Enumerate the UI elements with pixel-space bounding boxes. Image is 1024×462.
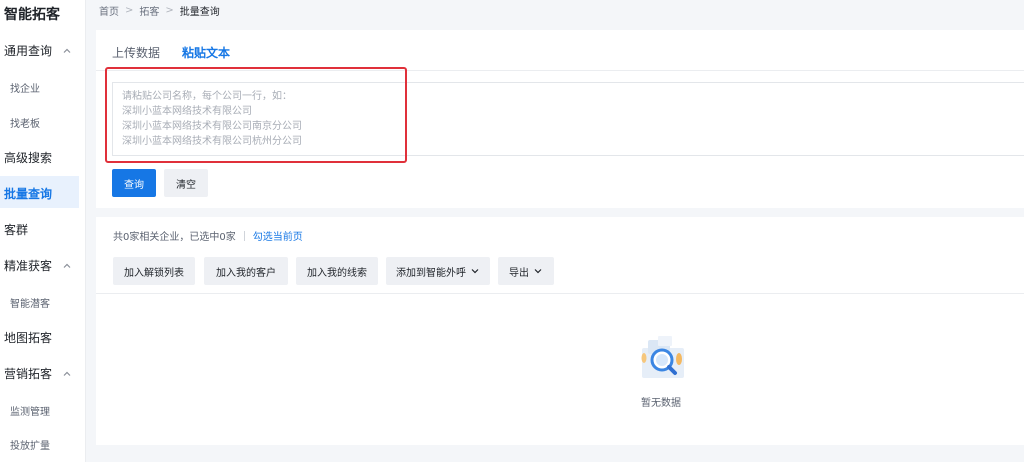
add-my-customer-button[interactable]: 加入我的客户 — [204, 257, 288, 285]
add-unlock-list-button[interactable]: 加入解锁列表 — [113, 257, 195, 285]
placeholder-line: 请粘贴公司名称，每个公司一行，如： — [122, 91, 292, 102]
breadcrumb-current: 批量查询 — [179, 7, 220, 18]
add-smart-call-label: 添加到智能外呼 — [396, 267, 466, 279]
export-label: 导出 — [509, 267, 529, 279]
input-tabs: 上传数据 粘贴文本 — [112, 44, 252, 69]
empty-state-text: 暂无数据 — [641, 398, 681, 409]
nav-item-customer-group[interactable]: 客群 — [4, 221, 28, 238]
nav-group-marketing[interactable]: 营销拓客 — [4, 365, 72, 382]
result-summary: 共0家相关企业，已选中0家 勾选当前页 — [113, 228, 303, 243]
empty-search-icon — [641, 336, 684, 378]
nav-group-label: 营销拓客 — [4, 367, 53, 381]
paste-text-area[interactable]: 请粘贴公司名称，每个公司一行，如： 深圳小蓝本网络技术有限公司 深圳小蓝本网络技… — [112, 82, 1024, 156]
actions-divider — [96, 293, 1024, 294]
result-count-text: 共0家相关企业，已选中0家 — [113, 232, 236, 243]
nav-group-general-query[interactable]: 通用查询 — [4, 42, 72, 59]
app-title: 智能拓客 — [4, 7, 60, 23]
tab-paste-text[interactable]: 粘贴文本 — [182, 44, 231, 69]
breadcrumb-section[interactable]: 拓客 — [139, 3, 159, 18]
placeholder-line: 深圳小蓝本网络技术有限公司南京分公司 — [122, 121, 302, 132]
tabs-divider — [96, 70, 1024, 71]
select-current-page-link[interactable]: 勾选当前页 — [253, 228, 303, 243]
chevron-up-icon — [63, 263, 71, 268]
placeholder-line: 深圳小蓝本网络技术有限公司杭州分公司 — [122, 136, 302, 147]
nav-group-label: 通用查询 — [4, 44, 53, 58]
nav-item-advanced-search[interactable]: 高级搜索 — [4, 149, 52, 166]
paste-placeholder: 请粘贴公司名称，每个公司一行，如： 深圳小蓝本网络技术有限公司 深圳小蓝本网络技… — [122, 89, 302, 149]
chevron-down-icon — [471, 269, 479, 274]
input-panel: 上传数据 粘贴文本 请粘贴公司名称，每个公司一行，如： 深圳小蓝本网络技术有限公… — [96, 30, 1024, 208]
chevron-down-icon — [534, 269, 542, 274]
nav-group-precise[interactable]: 精准获客 — [4, 257, 72, 274]
tab-upload-data[interactable]: 上传数据 — [112, 44, 160, 69]
breadcrumb: 首页 > 拓客 > 批量查询 — [99, 3, 220, 18]
nav-group-label: 精准获客 — [4, 259, 53, 273]
add-smart-call-dropdown[interactable]: 添加到智能外呼 — [386, 257, 490, 285]
nav-item-monitor[interactable]: 监测管理 — [10, 403, 50, 418]
nav-item-batch-query[interactable]: 批量查询 — [4, 185, 52, 202]
chevron-right-icon: > — [165, 5, 174, 16]
nav-item-find-boss[interactable]: 找老板 — [10, 115, 40, 130]
results-panel: 共0家相关企业，已选中0家 勾选当前页 加入解锁列表 加入我的客户 加入我的线索… — [96, 217, 1024, 445]
nav-item-map-prospect[interactable]: 地图拓客 — [4, 329, 52, 346]
query-button[interactable]: 查询 — [112, 169, 156, 197]
chevron-right-icon: > — [125, 5, 134, 16]
sidebar: 智能拓客 通用查询 找企业 找老板 高级搜索 批量查询 客群 精准获客 智能潜客… — [0, 0, 86, 462]
clear-button[interactable]: 清空 — [164, 169, 208, 197]
nav-item-smart-prospect[interactable]: 智能潜客 — [10, 295, 50, 310]
chevron-up-icon — [63, 371, 71, 376]
nav-item-find-company[interactable]: 找企业 — [10, 80, 40, 95]
breadcrumb-home[interactable]: 首页 — [99, 3, 119, 18]
chevron-up-icon — [63, 48, 71, 53]
add-my-lead-button[interactable]: 加入我的线索 — [296, 257, 378, 285]
export-dropdown[interactable]: 导出 — [498, 257, 554, 285]
empty-state: 暂无数据 — [616, 332, 706, 409]
placeholder-line: 深圳小蓝本网络技术有限公司 — [122, 106, 252, 117]
divider — [243, 230, 245, 241]
nav-item-ad-expand[interactable]: 投放扩量 — [10, 437, 50, 452]
